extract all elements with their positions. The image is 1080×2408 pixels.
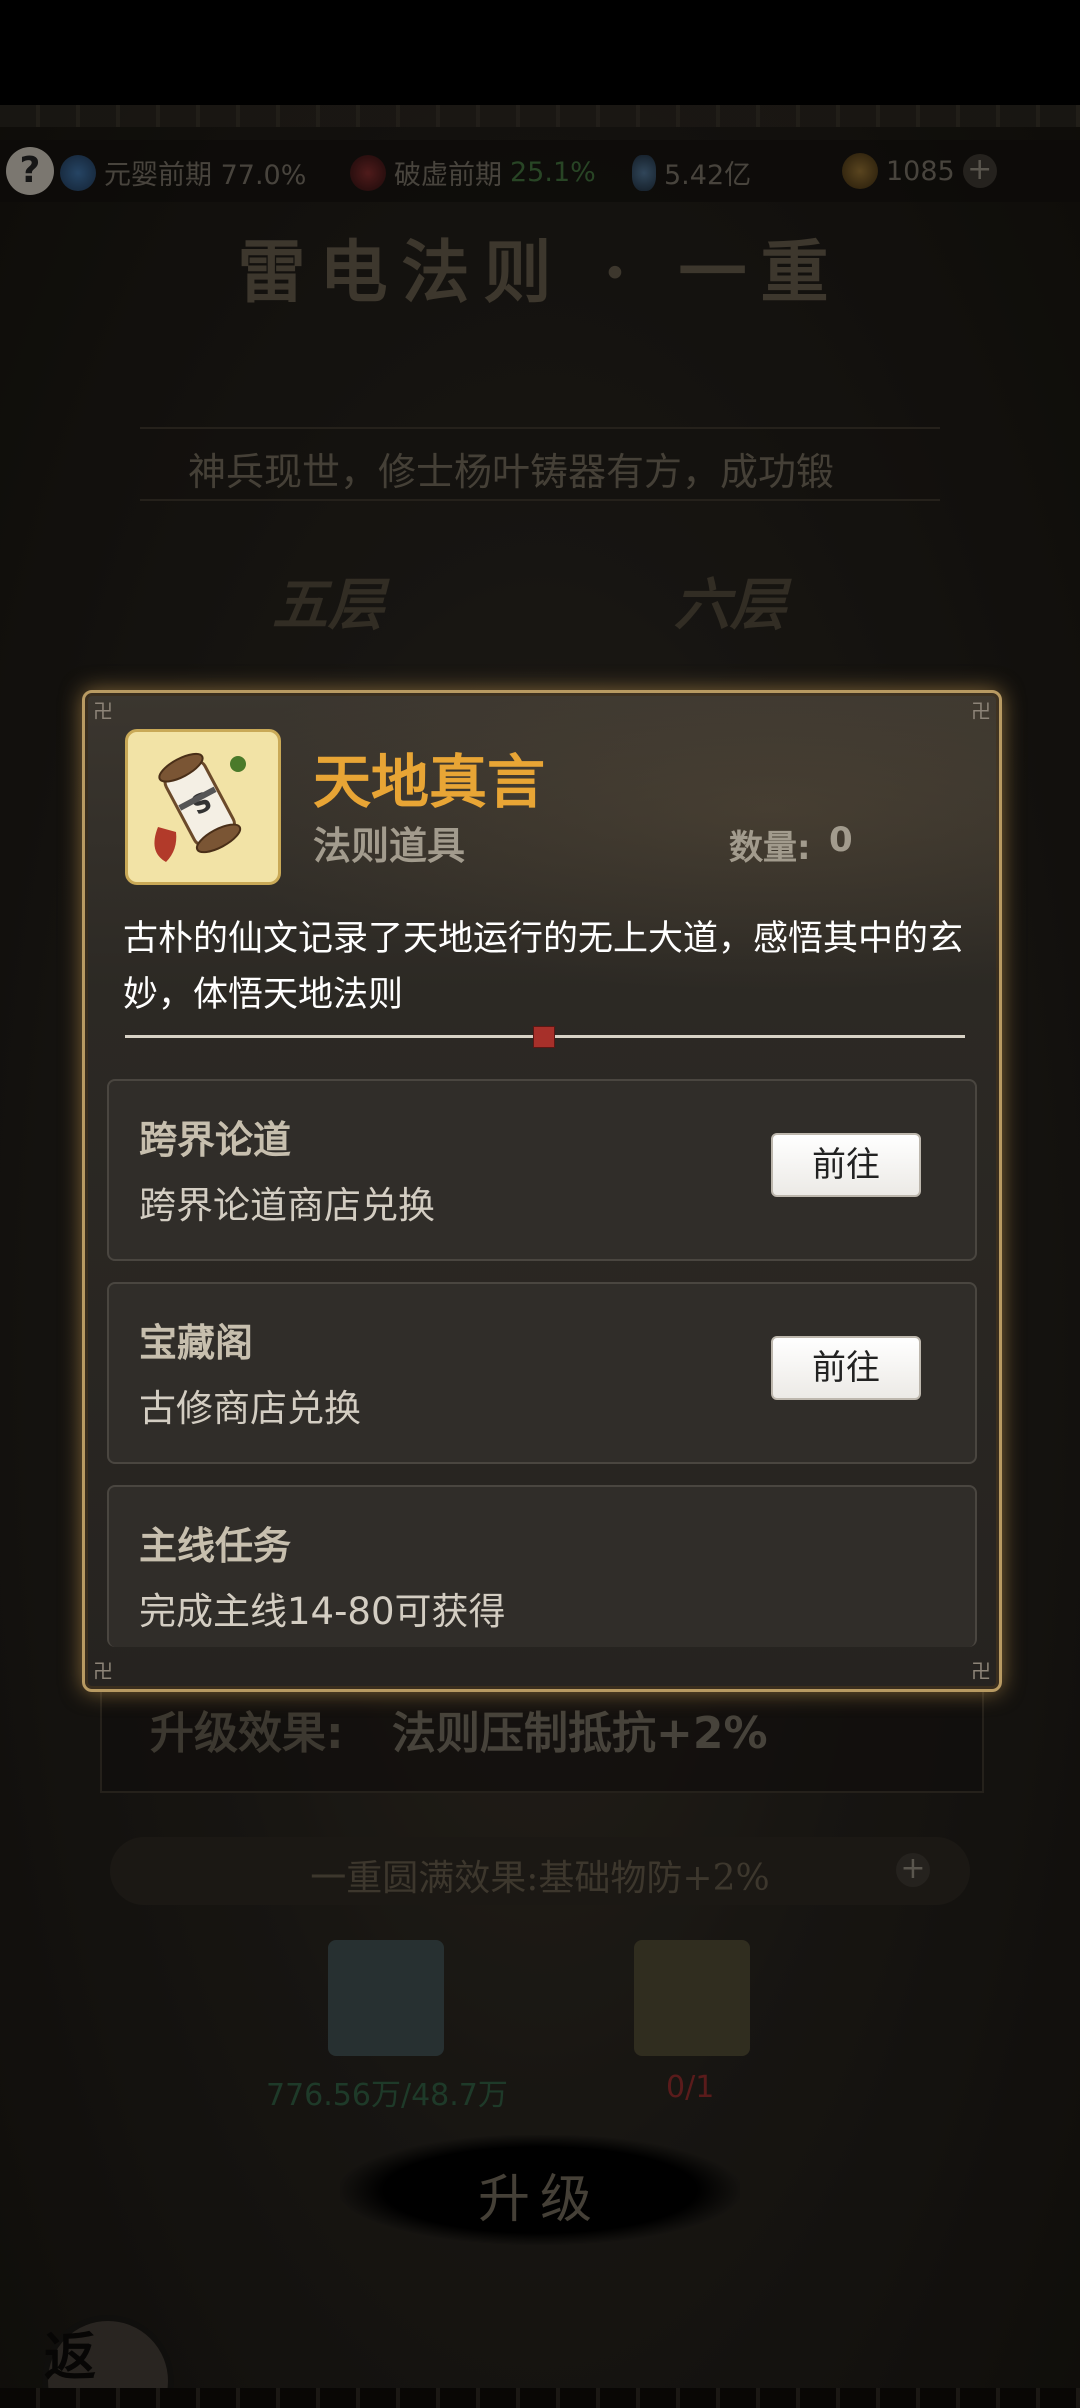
corner-ornament-icon: 卍 <box>93 699 113 723</box>
status-bar <box>0 0 1080 105</box>
scroll-item-icon: S <box>154 752 246 862</box>
source-title: 主线任务 <box>139 1524 292 1568</box>
quantity-value: 0 <box>829 820 853 860</box>
corner-ornament-icon: 卍 <box>971 699 991 723</box>
item-description: 古朴的仙文记录了天地运行的无上大道，感悟其中的玄妙，体悟天地法则 <box>123 919 964 1015</box>
source-title: 宝藏阁 <box>139 1321 254 1365</box>
quantity-label: 数量: <box>729 828 811 868</box>
item-icon-frame: S <box>125 729 281 885</box>
seal-icon <box>533 1026 555 1048</box>
item-type: 法则道具 <box>313 824 466 868</box>
corner-ornament-icon: 卍 <box>93 1659 113 1683</box>
source-card: 主线任务 完成主线14-80可获得 <box>107 1485 977 1647</box>
go-button[interactable]: 前往 <box>771 1133 921 1197</box>
corner-ornament-icon: 卍 <box>971 1659 991 1683</box>
item-info-dialog: 卍 卍 卍 卍 S 天地真言 法则道具 数量: 0 古朴的仙文记录了天地运行的无… <box>82 690 1002 1692</box>
source-title: 跨界论道 <box>139 1118 292 1162</box>
source-desc: 古修商店兑换 <box>139 1387 361 1430</box>
item-name: 天地真言 <box>313 748 546 816</box>
source-card: 宝藏阁 古修商店兑换 前往 <box>107 1282 977 1464</box>
go-button[interactable]: 前往 <box>771 1336 921 1400</box>
source-card: 跨界论道 跨界论道商店兑换 前往 <box>107 1079 977 1261</box>
source-desc: 完成主线14-80可获得 <box>139 1590 506 1633</box>
source-desc: 跨界论道商店兑换 <box>139 1184 435 1227</box>
